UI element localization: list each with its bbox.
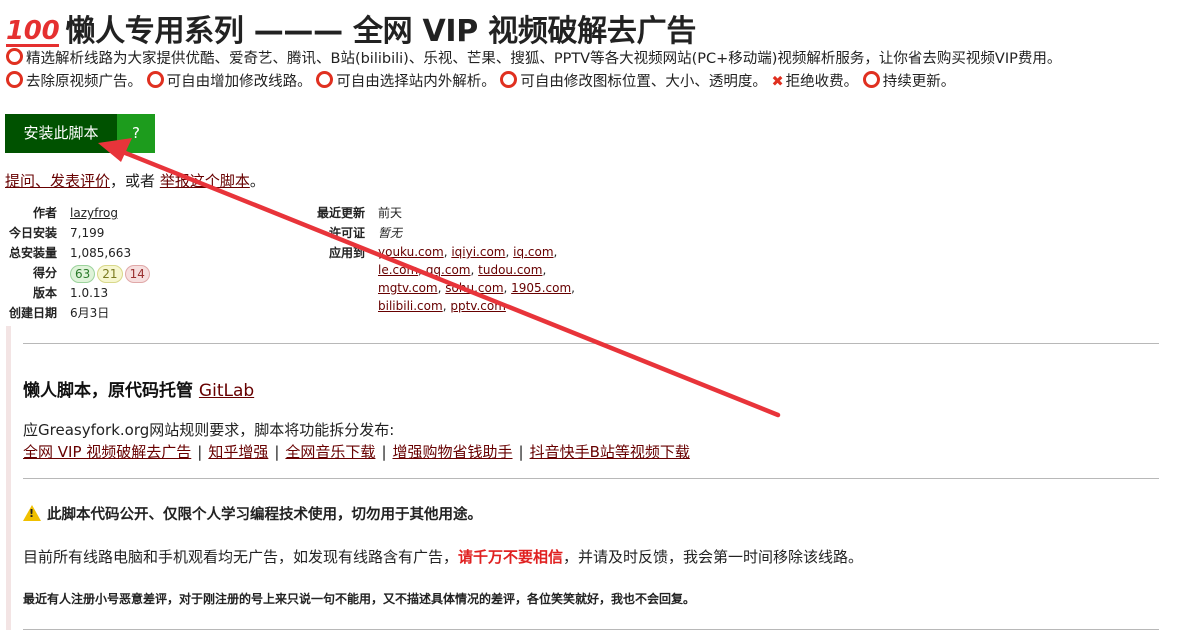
license-label: 许可证 xyxy=(328,226,365,240)
title-text: 懒人专用系列 ——— 全网 VIP 视频破解去广告 xyxy=(65,14,697,49)
site-link[interactable]: le.com xyxy=(378,263,418,277)
warning-icon xyxy=(23,505,41,521)
site-link[interactable]: qq.com xyxy=(426,263,471,277)
ok-ratings-badge: 21 xyxy=(97,265,123,283)
site-link[interactable]: iq.com xyxy=(513,245,553,259)
site-link[interactable]: tudou.com xyxy=(478,263,542,277)
version-value: 1.0.13 xyxy=(70,286,109,300)
daily-installs-value: 7,199 xyxy=(70,226,105,240)
install-help-button[interactable]: ? xyxy=(117,114,155,153)
bad-ratings-badge: 14 xyxy=(124,265,150,283)
notice-line: 目前所有线路电脑和手机观看均无广告，如发现有线路含有广告，请千万不要相信，并请及… xyxy=(23,548,864,566)
total-installs-value: 1,085,663 xyxy=(70,246,132,260)
related-script-link[interactable]: 全网音乐下载 xyxy=(285,443,375,461)
install-button-group: 安装此脚本 ? xyxy=(5,114,155,153)
split-note: 应Greasyfork.org网站规则要求，脚本将功能拆分发布: xyxy=(23,421,395,439)
site-link[interactable]: 1905.com xyxy=(511,281,571,295)
good-ratings-badge: 63 xyxy=(70,265,96,283)
red-circle-icon xyxy=(6,48,23,65)
related-script-link[interactable]: 知乎增强 xyxy=(208,443,268,461)
red-circle-icon xyxy=(146,71,164,88)
related-script-link[interactable]: 全网 VIP 视频破解去广告 xyxy=(23,443,191,461)
daily-installs-label: 今日安装 xyxy=(8,226,57,240)
applies-to-label: 应用到 xyxy=(328,246,365,260)
site-link[interactable]: sohu.com xyxy=(445,281,503,295)
last-updated-label: 最近更新 xyxy=(316,206,365,220)
page-title: 100 懒人专用系列 ——— 全网 VIP 视频破解去广告 xyxy=(6,6,696,50)
last-updated-value: 前天 xyxy=(378,206,403,220)
created-date-label: 创建日期 xyxy=(8,306,57,320)
description-line-1: 精选解析线路为大家提供优酷、爱奇艺、腾讯、B站(bilibili)、乐视、芒果、… xyxy=(6,48,1181,71)
ask-review-link[interactable]: 提问、发表评价 xyxy=(5,172,110,190)
license-value: 暂无 xyxy=(378,226,403,240)
script-additional-info: 懒人脚本，原代码托管 GitLab 应Greasyfork.org网站规则要求，… xyxy=(6,326,1171,630)
score-badges: 63 21 14 xyxy=(70,264,152,284)
script-meta-right: 最近更新 前天 许可证 暂无 应用到 youku.com, iqiyi.com,… xyxy=(300,203,600,323)
script-meta-left: 作者 lazyfrog 今日安装 7,199 总安装量 1,085,663 得分… xyxy=(0,203,300,323)
feedback-line: 提问、发表评价，或者 举报这个脚本。 xyxy=(5,172,265,190)
warning-line: 此脚本代码公开、仅限个人学习编程技术使用，切勿用于其他用途。 xyxy=(23,503,482,524)
content-heading: 懒人脚本，原代码托管 GitLab xyxy=(23,381,255,401)
site-link[interactable]: pptv.com xyxy=(450,299,506,313)
small-note: 最近有人注册小号恶意差评，对于刚注册的号上来只说一句不能用，又不描述具体情况的差… xyxy=(23,592,696,606)
site-link[interactable]: youku.com xyxy=(378,245,444,259)
description-line-2: 去除原视频广告。 可自由增加修改线路。 可自由选择站内外解析。 可自由修改图标位… xyxy=(6,71,1181,94)
total-installs-label: 总安装量 xyxy=(8,246,57,260)
site-link[interactable]: bilibili.com xyxy=(378,299,443,313)
report-script-link[interactable]: 举报这个脚本 xyxy=(160,172,250,190)
script-description: 精选解析线路为大家提供优酷、爱奇艺、腾讯、B站(bilibili)、乐视、芒果、… xyxy=(6,48,1181,94)
red-circle-icon xyxy=(862,71,880,88)
gitlab-link[interactable]: GitLab xyxy=(199,381,254,401)
created-date-value: 6月3日 xyxy=(70,306,110,320)
site-link[interactable]: iqiyi.com xyxy=(451,245,505,259)
install-script-button[interactable]: 安装此脚本 xyxy=(5,114,117,153)
divider xyxy=(23,343,1159,344)
red-circle-icon xyxy=(6,71,23,88)
version-label: 版本 xyxy=(32,286,57,300)
divider xyxy=(23,478,1159,479)
applies-to-list: youku.com, iqiyi.com, iq.com, le.com, qq… xyxy=(378,245,575,313)
score-label: 得分 xyxy=(32,266,57,280)
related-scripts-links: 全网 VIP 视频破解去广告 | 知乎增强 | 全网音乐下载 | 增强购物省钱助手 | 抖音快手… xyxy=(23,443,690,461)
red-circle-icon xyxy=(316,71,334,88)
related-script-link[interactable]: 增强购物省钱助手 xyxy=(393,443,513,461)
author-link[interactable]: lazyfrog xyxy=(70,203,118,223)
author-label: 作者 xyxy=(32,206,57,220)
cross-mark-icon: ✖ xyxy=(771,74,784,90)
hundred-points-icon: 100 xyxy=(6,16,60,47)
site-link[interactable]: mgtv.com xyxy=(378,281,438,295)
red-circle-icon xyxy=(500,71,518,88)
related-script-link[interactable]: 抖音快手B站等视频下载 xyxy=(530,443,690,461)
